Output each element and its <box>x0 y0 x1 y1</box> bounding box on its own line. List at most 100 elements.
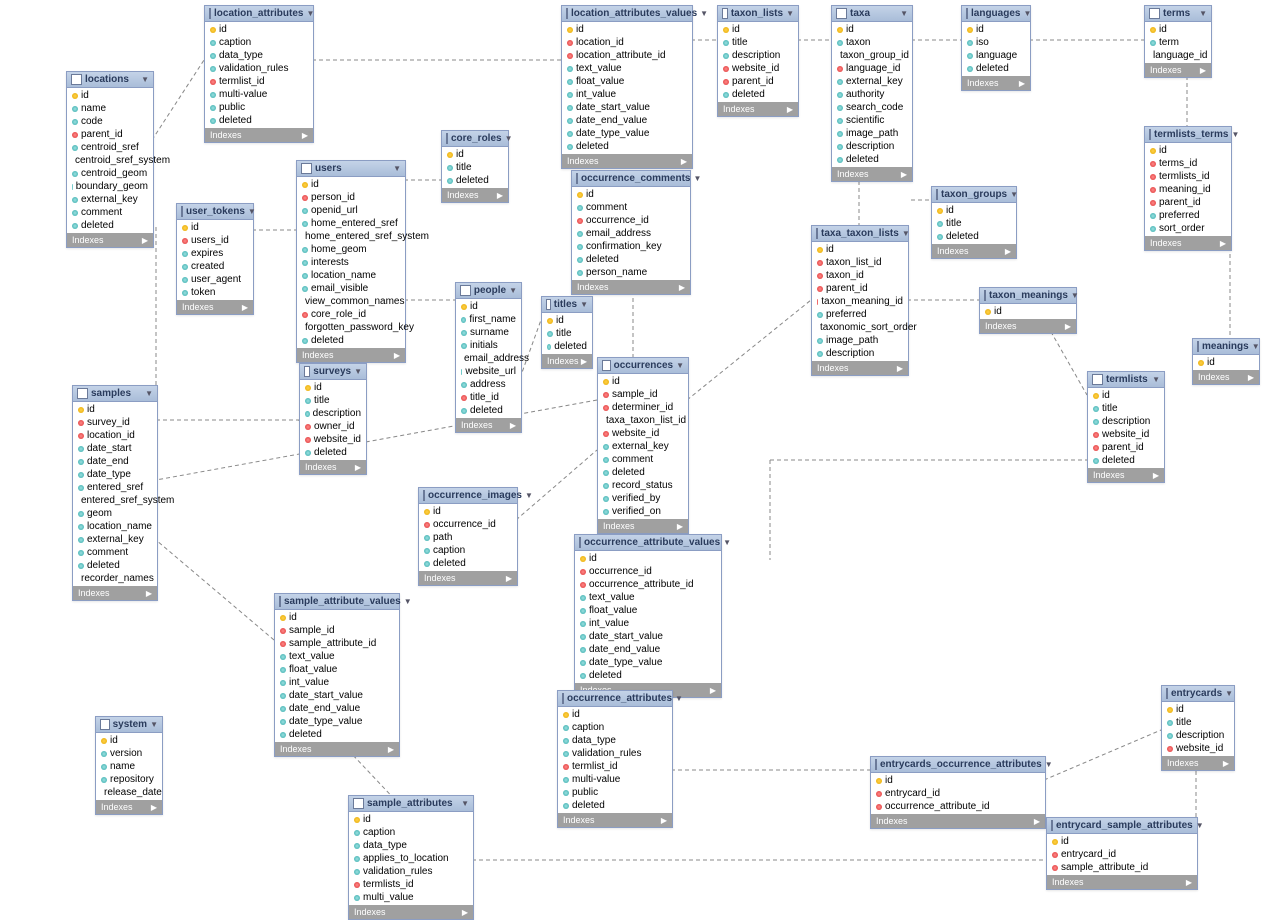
column[interactable]: text_value <box>562 62 692 75</box>
column[interactable]: determiner_id <box>598 401 688 414</box>
column[interactable]: verified_on <box>598 505 688 518</box>
column[interactable]: website_id <box>718 62 798 75</box>
column[interactable]: id <box>871 774 1045 787</box>
indexes-footer[interactable]: Indexes▶ <box>812 361 908 375</box>
expand-icon[interactable]: ▶ <box>681 157 687 166</box>
column[interactable]: description <box>812 347 908 360</box>
column[interactable]: termlist_id <box>558 760 672 773</box>
indexes-footer[interactable]: Indexes▶ <box>542 354 592 368</box>
table-header[interactable]: titles▼ <box>542 297 592 313</box>
column[interactable]: home_entered_sref_system <box>297 230 405 243</box>
expand-icon[interactable]: ▶ <box>462 908 468 917</box>
column[interactable]: id <box>718 23 798 36</box>
table-meanings[interactable]: meanings▼idIndexes▶ <box>1192 338 1260 385</box>
column[interactable]: date_start_value <box>275 689 399 702</box>
table-header[interactable]: entrycard_sample_attributes▼ <box>1047 818 1197 834</box>
collapse-icon[interactable]: ▼ <box>580 300 588 309</box>
table-header[interactable]: meanings▼ <box>1193 339 1259 355</box>
column[interactable]: verified_by <box>598 492 688 505</box>
column[interactable]: terms_id <box>1145 157 1231 170</box>
indexes-footer[interactable]: Indexes▶ <box>1145 63 1211 77</box>
column[interactable]: title <box>932 217 1016 230</box>
column[interactable]: id <box>1193 356 1259 369</box>
column[interactable]: date_end_value <box>575 643 721 656</box>
collapse-icon[interactable]: ▼ <box>723 538 731 547</box>
column[interactable]: description <box>718 49 798 62</box>
column[interactable]: description <box>1088 415 1164 428</box>
column[interactable]: occurrence_attribute_id <box>871 800 1045 813</box>
column[interactable]: title <box>1162 716 1234 729</box>
column[interactable]: description <box>832 140 912 153</box>
column[interactable]: id <box>419 505 517 518</box>
column[interactable]: date_end_value <box>562 114 692 127</box>
column[interactable]: taxonomic_sort_order <box>812 321 908 334</box>
column[interactable]: deleted <box>558 799 672 812</box>
column[interactable]: public <box>558 786 672 799</box>
column[interactable]: search_code <box>832 101 912 114</box>
collapse-icon[interactable]: ▼ <box>461 799 469 808</box>
table-header[interactable]: entrycards▼ <box>1162 686 1234 702</box>
column[interactable]: repository <box>96 773 162 786</box>
table-header[interactable]: sample_attribute_values▼ <box>275 594 399 610</box>
table-header[interactable]: occurrences▼ <box>598 358 688 374</box>
column[interactable]: multi-value <box>558 773 672 786</box>
table-occurrences[interactable]: occurrences▼idsample_iddeterminer_idtaxa… <box>597 357 689 534</box>
column[interactable]: external_key <box>67 193 153 206</box>
column[interactable]: location_attribute_id <box>562 49 692 62</box>
column[interactable]: data_type <box>349 839 473 852</box>
column[interactable]: text_value <box>275 650 399 663</box>
column[interactable]: person_id <box>297 191 405 204</box>
table-sample_attributes[interactable]: sample_attributes▼idcaptiondata_typeappl… <box>348 795 474 920</box>
table-occurrence_attributes[interactable]: occurrence_attributes▼idcaptiondata_type… <box>557 690 673 828</box>
column[interactable]: address <box>456 378 521 391</box>
column[interactable]: entered_sref <box>73 481 157 494</box>
column[interactable]: date_end <box>73 455 157 468</box>
table-header[interactable]: surveys▼ <box>300 364 366 380</box>
column[interactable]: id <box>442 148 508 161</box>
column[interactable]: language <box>962 49 1030 62</box>
table-location_attributes_values[interactable]: location_attributes_values▼idlocation_id… <box>561 5 693 169</box>
column[interactable]: deleted <box>419 557 517 570</box>
indexes-footer[interactable]: Indexes▶ <box>1145 236 1231 250</box>
column[interactable]: website_id <box>300 433 366 446</box>
column[interactable]: text_value <box>575 591 721 604</box>
expand-icon[interactable]: ▶ <box>1019 79 1025 88</box>
column[interactable]: external_key <box>832 75 912 88</box>
column[interactable]: id <box>558 708 672 721</box>
expand-icon[interactable]: ▶ <box>1153 471 1159 480</box>
indexes-footer[interactable]: Indexes▶ <box>442 188 508 202</box>
collapse-icon[interactable]: ▼ <box>1196 821 1204 830</box>
column[interactable]: sample_attribute_id <box>275 637 399 650</box>
column[interactable]: email_visible <box>297 282 405 295</box>
table-header[interactable]: location_attributes_values▼ <box>562 6 692 22</box>
column[interactable]: termlists_id <box>1145 170 1231 183</box>
column[interactable]: deleted <box>718 88 798 101</box>
table-header[interactable]: users▼ <box>297 161 405 177</box>
indexes-footer[interactable]: Indexes▶ <box>1193 370 1259 384</box>
column[interactable]: date_start <box>73 442 157 455</box>
table-location_attributes[interactable]: location_attributes▼idcaptiondata_typeva… <box>204 5 314 143</box>
column[interactable]: path <box>419 531 517 544</box>
indexes-footer[interactable]: Indexes▶ <box>349 905 473 919</box>
column[interactable]: id <box>572 188 690 201</box>
column[interactable]: name <box>67 102 153 115</box>
expand-icon[interactable]: ▶ <box>1223 759 1229 768</box>
expand-icon[interactable]: ▶ <box>1186 878 1192 887</box>
indexes-footer[interactable]: Indexes▶ <box>871 814 1045 828</box>
column[interactable]: id <box>812 243 908 256</box>
column[interactable]: multi_value <box>349 891 473 904</box>
column[interactable]: occurrence_id <box>572 214 690 227</box>
column[interactable]: date_end_value <box>275 702 399 715</box>
collapse-icon[interactable]: ▼ <box>306 9 314 18</box>
column[interactable]: confirmation_key <box>572 240 690 253</box>
column[interactable]: user_agent <box>177 273 253 286</box>
column[interactable]: external_key <box>598 440 688 453</box>
table-header[interactable]: occurrence_images▼ <box>419 488 517 504</box>
column[interactable]: deleted <box>442 174 508 187</box>
table-termlists[interactable]: termlists▼idtitledescriptionwebsite_idpa… <box>1087 371 1165 483</box>
table-header[interactable]: occurrence_attribute_values▼ <box>575 535 721 551</box>
column[interactable]: title <box>1088 402 1164 415</box>
column[interactable]: validation_rules <box>558 747 672 760</box>
table-taxa_taxon_lists[interactable]: taxa_taxon_lists▼idtaxon_list_idtaxon_id… <box>811 225 909 376</box>
column[interactable]: forgotten_password_key <box>297 321 405 334</box>
